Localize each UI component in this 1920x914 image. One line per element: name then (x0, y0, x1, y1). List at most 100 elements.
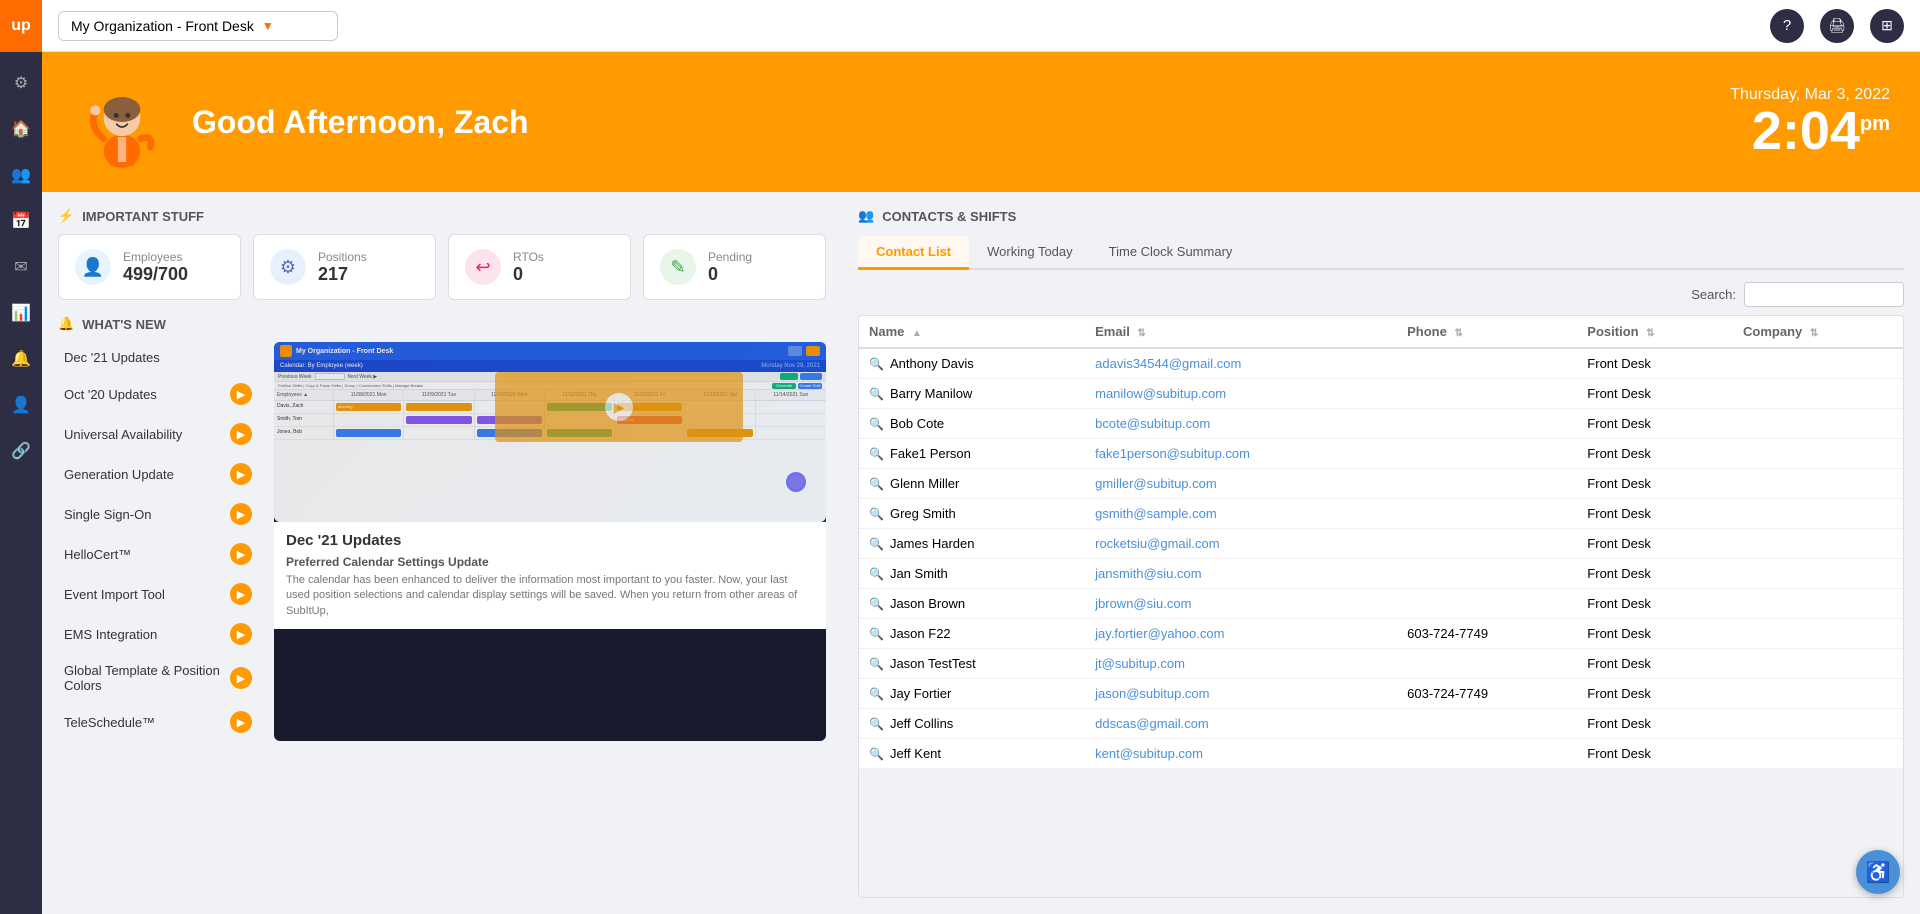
contact-phone (1397, 559, 1577, 589)
whats-new-arrow-generation[interactable]: ▶ (230, 463, 252, 485)
whats-new-item-generation[interactable]: Generation Update ▶ (58, 455, 258, 493)
whats-new-item-sso[interactable]: Single Sign-On ▶ (58, 495, 258, 533)
whats-new-arrow-universal[interactable]: ▶ (230, 423, 252, 445)
table-row[interactable]: 🔍James Harden rocketsiu@gmail.com Front … (859, 529, 1903, 559)
contact-email: fake1person@subitup.com (1085, 439, 1397, 469)
contact-name: 🔍Greg Smith (859, 499, 1085, 529)
accessibility-button[interactable]: ♿ (1856, 850, 1900, 894)
search-person-icon: 🔍 (869, 747, 884, 761)
contact-company (1733, 348, 1903, 379)
table-row[interactable]: 🔍Jason F22 jay.fortier@yahoo.com 603-724… (859, 619, 1903, 649)
table-row[interactable]: 🔍Bob Cote bcote@subitup.com Front Desk (859, 409, 1903, 439)
table-row[interactable]: 🔍Jeff Collins ddscas@gmail.com Front Des… (859, 709, 1903, 739)
whats-new-arrow-sso[interactable]: ▶ (230, 503, 252, 525)
table-row[interactable]: 🔍Greg Smith gsmith@sample.com Front Desk (859, 499, 1903, 529)
sidebar-icon-mail[interactable]: ✉ (0, 246, 42, 288)
whats-new-arrow-oct20[interactable]: ▶ (230, 383, 252, 405)
tab-contact-list[interactable]: Contact List (858, 236, 969, 270)
contact-name: 🔍Jason TestTest (859, 649, 1085, 679)
email-link[interactable]: jbrown@siu.com (1095, 596, 1191, 611)
whats-new-item-universal[interactable]: Universal Availability ▶ (58, 415, 258, 453)
tab-time-clock-summary[interactable]: Time Clock Summary (1091, 236, 1251, 270)
contact-company (1733, 679, 1903, 709)
contact-email: jbrown@siu.com (1085, 589, 1397, 619)
table-row[interactable]: 🔍Jay Fortier jason@subitup.com 603-724-7… (859, 679, 1903, 709)
content-area: ⚡ IMPORTANT STUFF 👤 Employees 499/700 ⚙ (42, 192, 1920, 914)
email-link[interactable]: ddscas@gmail.com (1095, 716, 1209, 731)
email-link[interactable]: fake1person@subitup.com (1095, 446, 1250, 461)
whats-new-arrow-event-import[interactable]: ▶ (230, 583, 252, 605)
col-header-name[interactable]: Name ▲ (859, 316, 1085, 348)
bell-icon: 🔔 (58, 316, 74, 332)
sidebar-icon-link[interactable]: 🔗 (0, 430, 42, 472)
sidebar-logo[interactable]: up (0, 0, 42, 52)
table-row[interactable]: 🔍Glenn Miller gmiller@subitup.com Front … (859, 469, 1903, 499)
whats-new-arrow-teleschedule[interactable]: ▶ (230, 711, 252, 733)
email-link[interactable]: jay.fortier@yahoo.com (1095, 626, 1224, 641)
table-row[interactable]: 🔍Anthony Davis adavis34544@gmail.com Fro… (859, 348, 1903, 379)
stat-card-pending[interactable]: ✎ Pending 0 (643, 234, 826, 300)
whats-new-item-ems[interactable]: EMS Integration ▶ (58, 615, 258, 653)
sidebar-icon-home[interactable]: 🏠 (0, 108, 42, 150)
table-row[interactable]: 🔍Jan Smith jansmith@siu.com Front Desk (859, 559, 1903, 589)
whats-new-item-teleschedule[interactable]: TeleSchedule™ ▶ (58, 703, 258, 741)
email-link[interactable]: rocketsiu@gmail.com (1095, 536, 1219, 551)
whats-new-item-oct20[interactable]: Oct '20 Updates ▶ (58, 375, 258, 413)
table-row[interactable]: 🔍Fake1 Person fake1person@subitup.com Fr… (859, 439, 1903, 469)
whats-new-item-hellocert[interactable]: HelloCert™ ▶ (58, 535, 258, 573)
lightning-icon: ⚡ (58, 208, 74, 224)
sidebar-icon-settings[interactable]: ⚙ (0, 62, 42, 104)
video-container: My Organization - Front Desk Calend (274, 342, 826, 741)
sidebar-icon-people[interactable]: 👥 (0, 154, 42, 196)
main-content: My Organization - Front Desk ▼ ? 🖨 ⊞ (42, 0, 1920, 914)
stat-card-positions[interactable]: ⚙ Positions 217 (253, 234, 436, 300)
employees-label: Employees (123, 250, 188, 264)
sidebar-icon-bell[interactable]: 🔔 (0, 338, 42, 380)
positions-icon: ⚙ (270, 249, 306, 285)
table-row[interactable]: 🔍Jeff Kent kent@subitup.com Front Desk (859, 739, 1903, 769)
stat-card-rtos[interactable]: ↩ RTOs 0 (448, 234, 631, 300)
org-selector-label: My Organization - Front Desk (71, 18, 254, 34)
whats-new-arrow-ems[interactable]: ▶ (230, 623, 252, 645)
whats-new-arrow-global-template[interactable]: ▶ (230, 667, 252, 689)
sidebar-icon-user[interactable]: 👤 (0, 384, 42, 426)
email-link[interactable]: kent@subitup.com (1095, 746, 1203, 761)
email-link[interactable]: gmiller@subitup.com (1095, 476, 1217, 491)
contact-position: Front Desk (1577, 348, 1733, 379)
org-selector[interactable]: My Organization - Front Desk ▼ (58, 11, 338, 41)
contact-email: rocketsiu@gmail.com (1085, 529, 1397, 559)
email-link[interactable]: jansmith@siu.com (1095, 566, 1201, 581)
col-header-phone[interactable]: Phone ⇅ (1397, 316, 1577, 348)
search-input[interactable] (1744, 282, 1904, 307)
stat-card-employees[interactable]: 👤 Employees 499/700 (58, 234, 241, 300)
sidebar-icon-calendar[interactable]: 📅 (0, 200, 42, 242)
table-row[interactable]: 🔍Barry Manilow manilow@subitup.com Front… (859, 379, 1903, 409)
contact-phone (1397, 739, 1577, 769)
col-header-company[interactable]: Company ⇅ (1733, 316, 1903, 348)
email-link[interactable]: jt@subitup.com (1095, 656, 1185, 671)
whats-new-item-dec21[interactable]: Dec '21 Updates (58, 342, 258, 373)
whats-new-arrow-hellocert[interactable]: ▶ (230, 543, 252, 565)
tab-working-today[interactable]: Working Today (969, 236, 1091, 270)
contact-position: Front Desk (1577, 439, 1733, 469)
email-link[interactable]: bcote@subitup.com (1095, 416, 1210, 431)
table-row[interactable]: 🔍Jason TestTest jt@subitup.com Front Des… (859, 649, 1903, 679)
email-link[interactable]: gsmith@sample.com (1095, 506, 1217, 521)
contact-phone: 603-724-7749 (1397, 619, 1577, 649)
mascot-image (72, 72, 172, 172)
email-link[interactable]: adavis34544@gmail.com (1095, 356, 1241, 371)
sidebar-icon-chart[interactable]: 📊 (0, 292, 42, 334)
email-link[interactable]: jason@subitup.com (1095, 686, 1209, 701)
col-header-position[interactable]: Position ⇅ (1577, 316, 1733, 348)
print-icon[interactable]: 🖨 (1820, 9, 1854, 43)
whats-new-item-global-template[interactable]: Global Template & Position Colors ▶ (58, 655, 258, 701)
table-row[interactable]: 🔍Jason Brown jbrown@siu.com Front Desk (859, 589, 1903, 619)
grid-icon[interactable]: ⊞ (1870, 9, 1904, 43)
email-link[interactable]: manilow@subitup.com (1095, 386, 1226, 401)
contacts-table-wrapper[interactable]: Name ▲ Email ⇅ Phone ⇅ Position ⇅ Compan… (858, 315, 1904, 898)
col-header-email[interactable]: Email ⇅ (1085, 316, 1397, 348)
video-subtitle: Preferred Calendar Settings Update (286, 555, 814, 569)
contact-company (1733, 559, 1903, 589)
help-icon[interactable]: ? (1770, 9, 1804, 43)
whats-new-item-event-import[interactable]: Event Import Tool ▶ (58, 575, 258, 613)
